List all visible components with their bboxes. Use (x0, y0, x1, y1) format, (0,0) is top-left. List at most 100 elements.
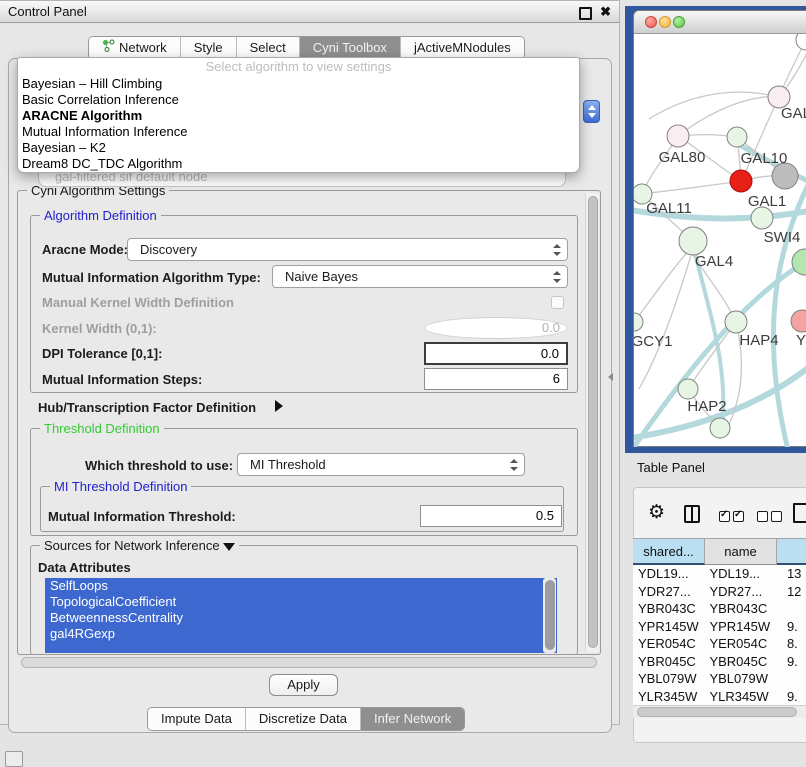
unchecked-columns-icon[interactable] (757, 508, 785, 523)
which-threshold-combo[interactable]: MI Threshold (237, 453, 525, 476)
cell-shared-name: YBR045C (633, 653, 702, 671)
network-node-gal80[interactable] (667, 125, 689, 147)
cell-shared-name: YPR145W (633, 618, 702, 636)
settings-vscroll-thumb[interactable] (588, 196, 598, 648)
tab-select[interactable]: Select (236, 37, 299, 59)
network-node-hap4[interactable] (725, 311, 747, 333)
cell-name: YPR145W (702, 618, 772, 636)
table-row[interactable]: YBR045C YBR045C 9. (633, 653, 806, 671)
tab-network[interactable]: Network (89, 37, 180, 59)
network-node[interactable] (710, 418, 730, 438)
table-horizontal-scrollbar[interactable] (633, 705, 806, 718)
minimize-traffic-light[interactable] (659, 16, 671, 28)
table-row[interactable]: YPR145W YPR145W 9. (633, 618, 806, 636)
network-node-gal4[interactable] (679, 227, 707, 255)
algorithm-dropdown-item[interactable]: Dream8 DC_TDC Algorithm (18, 156, 579, 172)
data-attributes-list[interactable]: SelfLoops TopologicalCoefficient Between… (45, 578, 557, 653)
algorithm-dropdown-items: Bayesian – Hill Climbing Basic Correlati… (18, 76, 579, 172)
collapse-arrow-icon[interactable] (223, 543, 235, 551)
split-view-icon[interactable] (684, 505, 700, 523)
table-row[interactable]: YER054C YER054C 8. (633, 635, 806, 653)
data-attribute-item[interactable]: SelfLoops (45, 578, 557, 594)
which-threshold-value: MI Threshold (250, 457, 326, 472)
settings-horizontal-scrollbar[interactable] (21, 657, 599, 669)
cell-name: YDR27... (702, 583, 772, 601)
minimized-panel-icon[interactable] (5, 751, 23, 767)
network-node[interactable] (796, 34, 806, 50)
network-node-gcy1[interactable] (634, 313, 643, 331)
close-icon[interactable]: ✖ (600, 4, 611, 20)
sources-group-title: Sources for Network Inference (40, 538, 239, 553)
kernel-width-field[interactable]: 0.0 (424, 317, 568, 339)
algorithm-dropdown-placeholder: Select algorithm to view settings (18, 58, 579, 76)
network-node-hap2[interactable] (678, 379, 698, 399)
algorithm-dropdown-item[interactable]: ARACNE Algorithm (18, 108, 579, 124)
algorithm-dropdown-item[interactable]: Bayesian – Hill Climbing (18, 76, 579, 92)
column-header-name[interactable]: name (705, 538, 777, 565)
tab-infer-network[interactable]: Infer Network (360, 708, 464, 730)
column-header-shared-name[interactable]: shared... (633, 538, 705, 565)
network-window-titlebar[interactable] (634, 11, 806, 34)
cell-value: 9. (772, 653, 806, 671)
table-row[interactable]: YBL079W YBL079W (633, 670, 806, 688)
tab-jactivemnodules[interactable]: jActiveMNodules (400, 37, 524, 59)
data-attribute-item[interactable]: BetweennessCentrality (45, 610, 557, 626)
attribute-list-scrollbar[interactable] (543, 578, 556, 653)
table-row[interactable]: YDR27... YDR27... 12 (633, 583, 806, 601)
aracne-mode-combo[interactable]: Discovery (127, 238, 568, 261)
cell-name: YBR045C (702, 653, 772, 671)
tab-cyni-toolbox[interactable]: Cyni Toolbox (299, 37, 400, 59)
data-attribute-item[interactable]: TopologicalCoefficient (45, 594, 557, 610)
algorithm-definition-title: Algorithm Definition (40, 208, 161, 223)
algorithm-dropdown-item[interactable]: Basic Correlation Inference (18, 92, 579, 108)
tab-style[interactable]: Style (180, 37, 236, 59)
tab-discretize-data[interactable]: Discretize Data (245, 708, 360, 730)
tab-jactivemnodules-label: jActiveMNodules (414, 37, 511, 59)
mi-steps-field[interactable]: 6 (424, 368, 568, 390)
algorithm-dropdown-popup: Select algorithm to view settings Bayesi… (17, 57, 580, 173)
table-hscroll-thumb[interactable] (637, 707, 797, 717)
expand-arrow-icon[interactable] (275, 400, 283, 412)
gear-icon[interactable]: ⚙ (648, 503, 665, 522)
aracne-mode-label: Aracne Mode: (42, 242, 128, 257)
algorithm-dropdown-item[interactable]: Mutual Information Inference (18, 124, 579, 140)
network-node[interactable] (727, 127, 747, 147)
settings-hscroll-thumb[interactable] (21, 657, 597, 668)
cell-shared-name: YDL19... (633, 565, 702, 583)
column-header-third[interactable] (777, 538, 806, 565)
network-canvas[interactable]: GALGAL80GAL10GAL1GAL11SWI4GAL4GCY1HAP4YH… (634, 34, 806, 447)
network-node-label: GAL1 (748, 193, 786, 210)
mi-threshold-group-title: MI Threshold Definition (50, 479, 191, 494)
panel-splitter-handle[interactable] (608, 373, 613, 381)
attribute-list-scroll-thumb[interactable] (545, 580, 555, 650)
table-row[interactable]: YBR043C YBR043C (633, 600, 806, 618)
checked-columns-icon[interactable] (719, 508, 747, 523)
cell-name: YBL079W (702, 670, 772, 688)
apply-button[interactable]: Apply (269, 674, 338, 696)
network-node-label: SWI4 (764, 229, 801, 246)
checked-box-icon (719, 511, 730, 522)
settings-vertical-scrollbar[interactable] (585, 193, 599, 652)
manual-kernel-width-checkbox[interactable] (551, 296, 564, 309)
algorithm-dropdown-item[interactable]: Bayesian – K2 (18, 140, 579, 156)
algorithm-combo-stepper[interactable] (583, 100, 600, 123)
network-node-swi4[interactable] (751, 207, 773, 229)
table-row[interactable]: YLR345W YLR345W 9. (633, 688, 806, 706)
tab-impute-data-label: Impute Data (161, 708, 232, 730)
control-panel-titlebar[interactable]: Control Panel ✖ (0, 1, 619, 23)
cell-shared-name: YBL079W (633, 670, 702, 688)
mi-threshold-field[interactable]: 0.5 (420, 505, 562, 527)
mi-algorithm-type-combo[interactable]: Naive Bayes (272, 265, 568, 288)
tab-impute-data[interactable]: Impute Data (148, 708, 245, 730)
mi-algorithm-type-label: Mutual Information Algorithm Type: (42, 270, 261, 285)
float-window-icon[interactable] (579, 7, 592, 20)
table-row[interactable]: YDL19... YDL19... 13 (633, 565, 806, 583)
sources-title-text: Sources for Network Inference (44, 538, 220, 553)
dpi-tolerance-field[interactable]: 0.0 (424, 342, 568, 365)
document-icon[interactable] (793, 503, 806, 523)
zoom-traffic-light[interactable] (673, 16, 685, 28)
network-node-gal1[interactable] (730, 170, 752, 192)
data-attribute-item[interactable]: gal4RGexp (45, 626, 557, 642)
close-traffic-light[interactable] (645, 16, 657, 28)
network-node-y[interactable] (791, 310, 806, 332)
